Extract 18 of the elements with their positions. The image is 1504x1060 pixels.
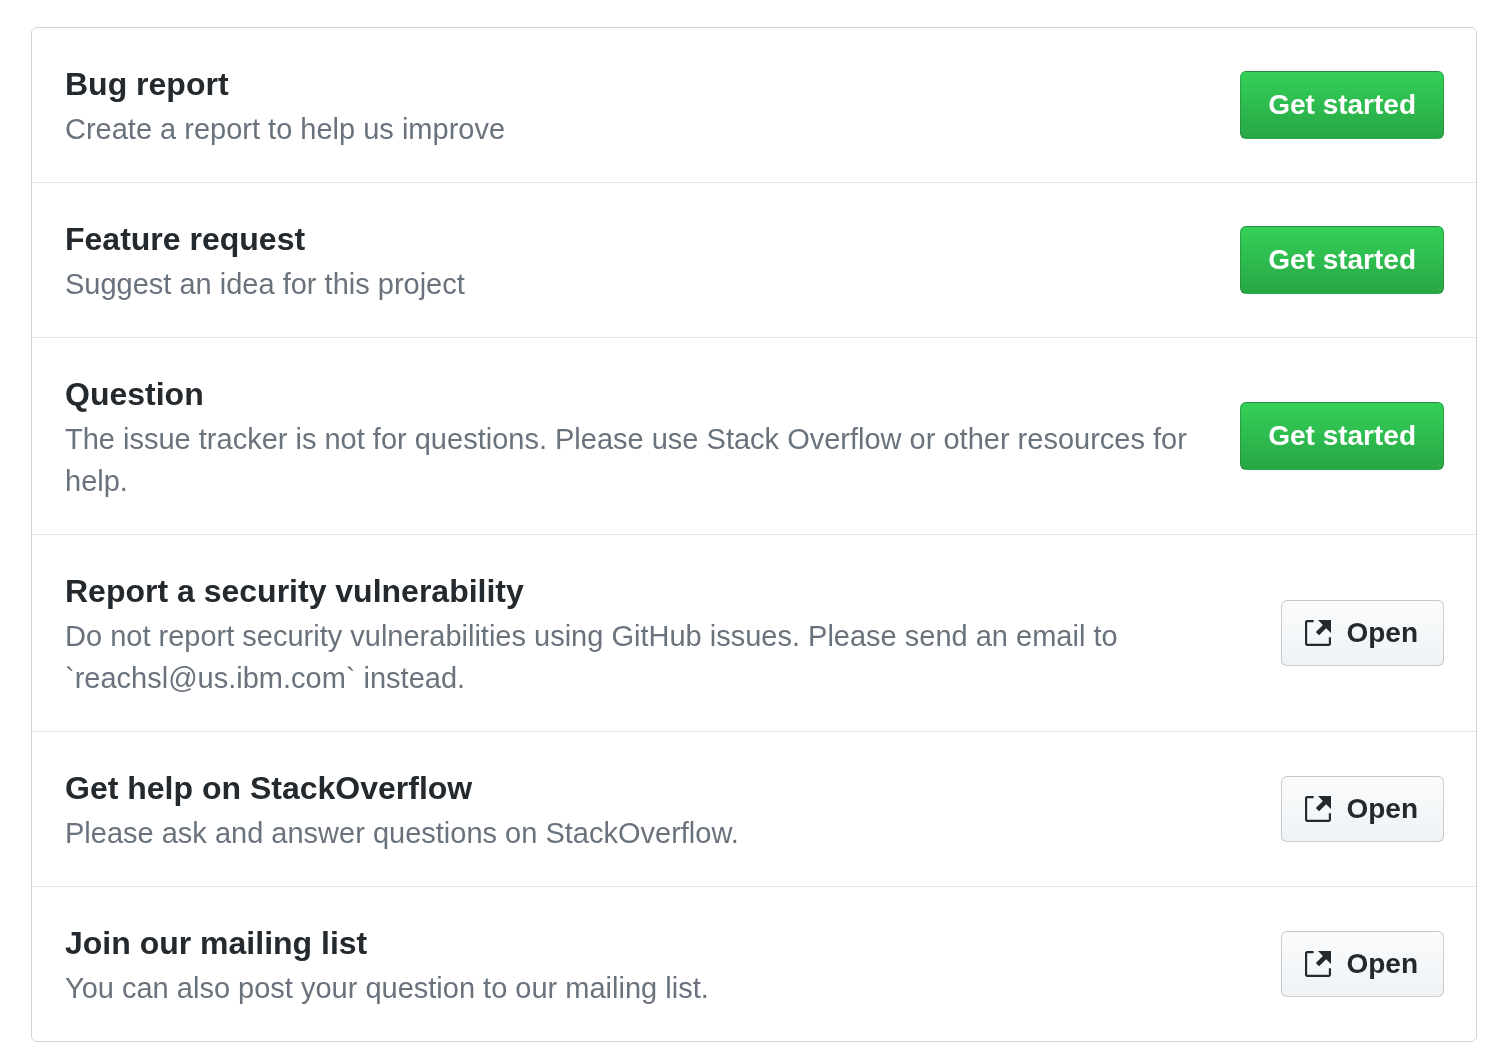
template-description: Create a report to help us improve bbox=[65, 112, 507, 147]
template-title: Report a security vulnerability bbox=[65, 572, 525, 611]
template-description: Please ask and answer questions on StackOverflow. bbox=[65, 816, 740, 851]
open-button[interactable]: Open bbox=[1281, 600, 1444, 666]
external-link-icon bbox=[1305, 796, 1332, 822]
open-button[interactable]: Open bbox=[1281, 931, 1444, 997]
template-title: Bug report bbox=[65, 65, 230, 104]
template-title: Join our mailing list bbox=[65, 924, 369, 963]
template-description: Suggest an idea for this project bbox=[65, 267, 466, 302]
template-description: The issue tracker is not for questions. Please use Stack Overflow or other resources for help. bbox=[65, 422, 1188, 499]
open-button[interactable]: Open bbox=[1281, 776, 1444, 842]
template-description: Do not report security vulnerabilities using GitHub issues. Please send an email to `reachsl@us.ibm.com` instead. bbox=[65, 619, 1119, 696]
template-description: You can also post your question to our mailing list. bbox=[65, 971, 710, 1006]
template-title: Get help on StackOverflow bbox=[65, 769, 474, 808]
external-link-icon bbox=[1305, 620, 1332, 646]
external-link-icon bbox=[1305, 951, 1332, 977]
template-title: Feature request bbox=[65, 220, 307, 259]
template-title: Question bbox=[65, 375, 205, 414]
